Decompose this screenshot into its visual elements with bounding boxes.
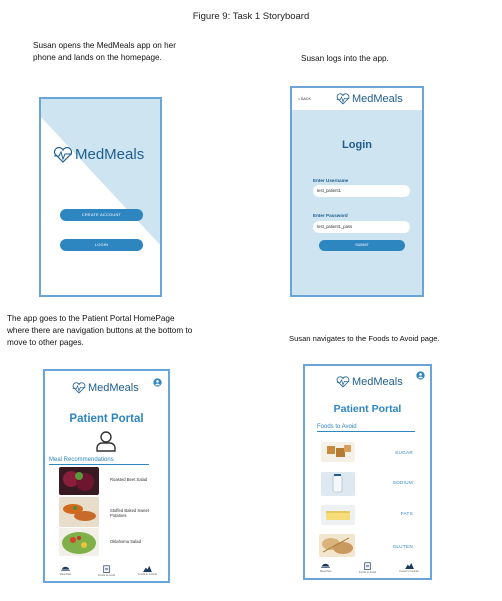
foods-to-avoid-screen: MedMeals Patient Portal Foods to Avoid S… [303,364,432,580]
meal-plan-icon [321,563,331,568]
nav-meal-plan[interactable]: Meal Plan [311,562,341,573]
foods-include-icon [143,565,152,572]
heart-pulse-icon [336,376,350,388]
app-logo: MedMeals [53,146,144,163]
create-account-button[interactable]: CREATE ACCOUNT [60,209,143,221]
food-name[interactable]: SUGAR [395,450,413,455]
caption-step2: Susan logs into the app. [301,54,389,63]
caption-step4: Susan navigates to the Foods to Avoid pa… [289,334,440,343]
nav-label: Foods to Include [137,573,158,576]
heart-pulse-icon [72,382,86,394]
patient-portal-screen: MedMeals Patient Portal Meal Recommendat… [43,369,170,583]
user-icon[interactable] [416,371,425,380]
clipboard-icon [103,565,110,573]
submit-button[interactable]: SUBMIT [319,240,405,251]
back-button[interactable]: < BACK [298,97,311,101]
food-thumbnail[interactable] [321,442,355,462]
bottom-navigation: Meal Plan Foods to Avoid Foods to Includ… [305,560,430,578]
nav-label: Foods to Avoid [358,571,377,574]
nav-foods-to-include[interactable]: Foods to Include [133,565,163,576]
nav-label: Foods to Include [399,570,419,573]
header: < BACK MedMeals [292,88,422,110]
login-title: Login [342,139,372,151]
meal-name[interactable]: Stuffed Baked Sweet Potatoes [110,508,160,518]
login-button[interactable]: LOGIN [60,239,143,251]
diagonal-background [41,99,160,295]
meal-thumbnail[interactable] [59,528,99,556]
nav-foods-to-avoid[interactable]: Foods to Avoid [92,565,122,577]
food-thumbnail[interactable] [321,505,355,525]
food-thumbnail[interactable] [321,472,355,496]
app-name: MedMeals [75,146,145,163]
meal-thumbnail[interactable] [59,497,99,527]
password-input[interactable]: test_patient1_pass [313,221,410,233]
food-thumbnail[interactable] [319,534,355,557]
meal-thumbnail[interactable] [59,467,99,495]
food-name[interactable]: FATS [401,511,413,516]
food-name[interactable]: GLUTEN [393,544,413,549]
login-screen: < BACK MedMeals Login Enter Username tes… [290,86,424,297]
clipboard-icon [364,562,371,570]
username-input[interactable]: test_patient1 [313,185,410,197]
password-label: Enter Password [313,213,348,218]
food-name[interactable]: SODIUM [393,480,413,485]
heart-pulse-icon [53,146,73,163]
meal-plan-icon [61,566,70,571]
app-name: MedMeals [88,382,139,394]
nav-label: Foods to Avoid [97,574,116,577]
meal-recommendations-heading: Meal Recommendations [49,457,149,465]
portal-title: Patient Portal [69,413,144,425]
meal-name[interactable]: Roasted Beet Salad [110,477,160,482]
app-name: MedMeals [352,376,403,388]
caption-step1: Susan opens the MedMeals app on her phon… [33,41,176,62]
username-label: Enter Username [313,178,349,183]
foods-to-avoid-heading: Foods to Avoid [317,424,415,432]
app-name: MedMeals [352,93,403,105]
nav-label: Meal Plan [59,573,72,576]
bottom-navigation: Meal Plan Foods to Avoid Foods to Includ… [45,563,168,581]
portal-title: Patient Portal [333,403,402,415]
figure-title: Figure 9: Task 1 Storyboard [192,11,310,22]
nav-label: Meal Plan [320,570,332,573]
foods-include-icon [404,562,414,569]
user-icon[interactable] [153,378,162,387]
landing-screen: MedMeals CREATE ACCOUNT LOGIN [39,97,162,297]
app-logo: MedMeals [72,382,139,394]
meal-name[interactable]: Oklahoma Salad [110,539,160,544]
profile-icon [96,431,116,452]
nav-meal-plan[interactable]: Meal Plan [51,565,81,576]
app-logo: MedMeals [336,376,403,388]
heart-pulse-icon [336,93,350,105]
nav-foods-to-include[interactable]: Foods to Include [394,562,424,573]
caption-step3: The app goes to the Patient Portal HomeP… [7,314,193,347]
app-logo: MedMeals [336,93,403,105]
nav-foods-to-avoid[interactable]: Foods to Avoid [352,562,382,574]
